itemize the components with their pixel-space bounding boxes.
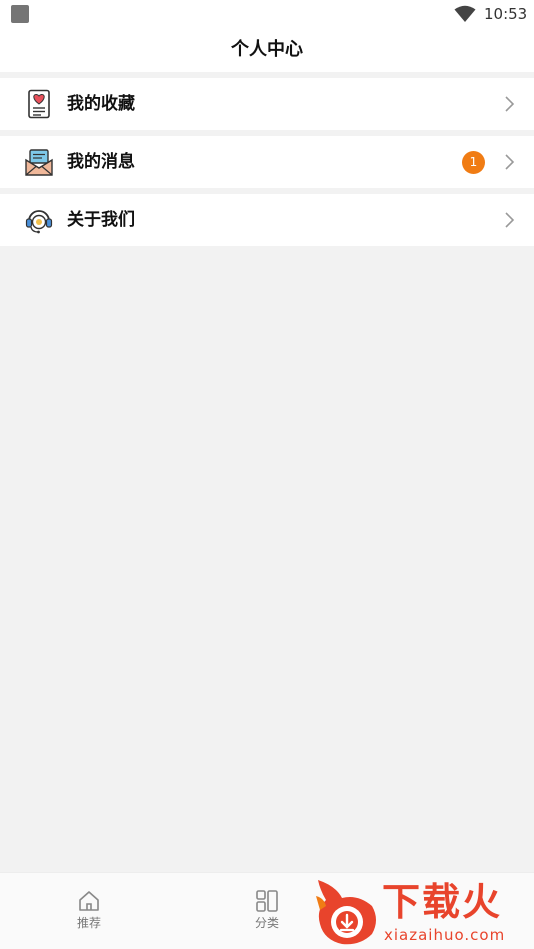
menu-item-favorites[interactable]: 我的收藏 xyxy=(0,78,534,130)
watermark-logo: 下载火 xiazaihuo.com xyxy=(312,876,534,949)
menu-item-label: 我的消息 xyxy=(67,152,135,172)
tab-label: 推荐 xyxy=(76,916,101,930)
chevron-right-icon xyxy=(505,212,515,228)
menu-item-label: 我的收藏 xyxy=(67,94,135,114)
chevron-right-icon xyxy=(505,96,515,112)
notification-square-icon xyxy=(11,5,29,23)
flame-mascot-icon xyxy=(316,880,376,945)
header: 个人中心 xyxy=(0,30,534,72)
home-icon xyxy=(79,891,99,911)
menu-item-label: 关于我们 xyxy=(67,210,135,230)
message-envelope-icon xyxy=(25,149,53,176)
menu-item-about-us[interactable]: 关于我们 xyxy=(0,194,534,246)
favorites-heart-document-icon xyxy=(28,89,50,119)
tab-category[interactable]: 分类 xyxy=(227,873,307,949)
status-bar: 10:53 xyxy=(0,0,534,30)
tab-recommend[interactable]: 推荐 xyxy=(49,873,129,949)
wifi-icon xyxy=(454,5,476,22)
tab-label: 分类 xyxy=(254,916,279,930)
status-time: 10:53 xyxy=(484,5,528,23)
watermark-brand-text: 下载火 xyxy=(382,880,503,924)
watermark-url-text: xiazaihuo.com xyxy=(384,926,506,944)
page-title: 个人中心 xyxy=(231,39,303,60)
chevron-right-icon xyxy=(505,154,515,170)
category-grid-icon xyxy=(256,890,278,912)
customer-service-headset-icon xyxy=(25,210,53,234)
unread-count-badge: 1 xyxy=(462,151,485,174)
menu-item-messages[interactable]: 我的消息 1 xyxy=(0,136,534,188)
